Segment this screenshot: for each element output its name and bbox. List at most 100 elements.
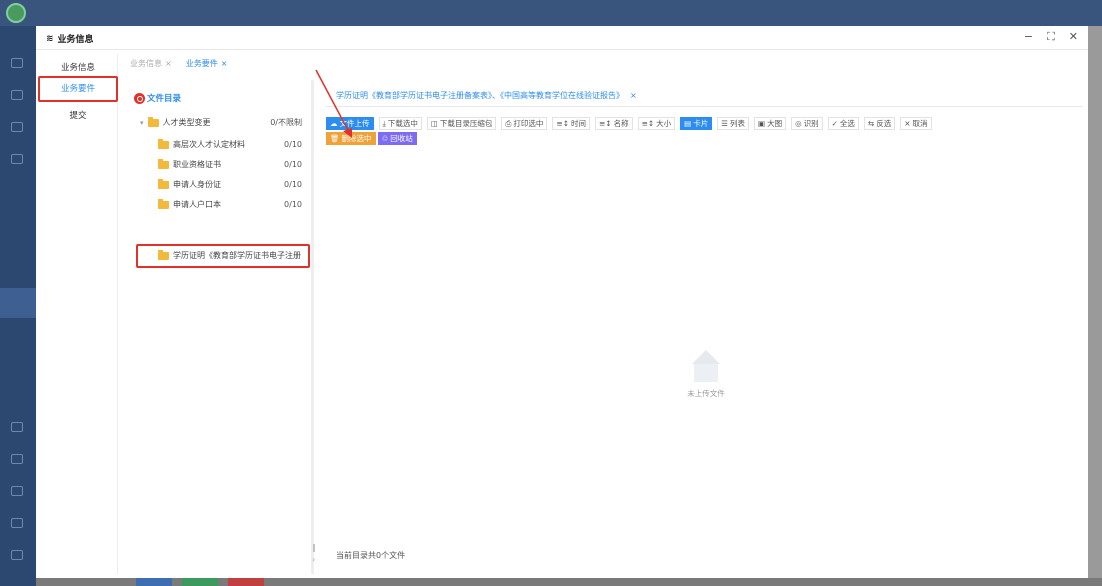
tree-item-label: 人才类型变更 [162, 118, 211, 127]
minimize-icon[interactable]: − [1024, 30, 1033, 44]
select-all-button[interactable]: ✓ 全选 [827, 116, 859, 130]
download-selected-button[interactable]: ⤓ 下载选中 [378, 116, 422, 130]
directory-title: 文件目录 [134, 92, 181, 104]
button-label: 全选 [839, 118, 855, 128]
tree-item-count: 0/10 [284, 140, 302, 149]
button-label: 大图 [767, 118, 783, 128]
background-right [1088, 26, 1102, 586]
tree-root[interactable]: ▾ 人才类型变更 0/不限制 [140, 116, 312, 130]
button-label: 文件上传 [339, 118, 370, 128]
tree-item-count: 0/10 [284, 160, 302, 169]
download-archive-button[interactable]: ◫ 下载目录压缩包 [426, 116, 497, 130]
invert-selection-button[interactable]: ⇆ 反选 [863, 116, 896, 130]
print-icon: ⎙ [505, 118, 512, 128]
card-icon: ▤ [684, 118, 692, 128]
app-logo-icon [6, 3, 26, 23]
view-list-button[interactable]: ☰ 列表 [717, 116, 749, 130]
tree-item-count: 0/不限制 [270, 118, 302, 127]
tree-item[interactable]: 职业资格证书 0/10 [158, 158, 312, 172]
recycle-bin-button[interactable]: ♲ 回收站 [377, 132, 417, 145]
tree-item-count: 0/10 [284, 180, 302, 189]
button-label: 反选 [876, 118, 892, 128]
grid-icon [11, 154, 23, 164]
button-label: 取消 [912, 118, 928, 128]
content-tab-close-icon[interactable]: × [630, 91, 637, 100]
background-topbar [0, 0, 1102, 26]
view-large-image-button[interactable]: ▣ 大图 [753, 116, 787, 130]
search-icon [11, 486, 23, 496]
dialog-left-nav: 业务信息 业务要件 提交 [36, 54, 118, 574]
dialog-title-text: 业务信息 [57, 35, 94, 45]
tree-item[interactable]: 申请人户口本 0/10 [158, 198, 312, 212]
button-label: 时间 [571, 118, 586, 128]
folder-icon [147, 117, 159, 127]
print-selected-button[interactable]: ⎙ 打印选中 [501, 116, 548, 130]
tree-item-label: 学历证明《教育部学历证书电子注册 [173, 251, 301, 260]
tree-item-education-proof[interactable]: 学历证明《教育部学历证书电子注册 [158, 249, 310, 263]
chart-icon [11, 454, 23, 464]
button-label: 下载选中 [387, 118, 418, 128]
sort-time-button[interactable]: ≡↕ 时间 [552, 116, 590, 130]
button-label: 大小 [656, 118, 672, 128]
business-info-dialog: ≋ 业务信息 − ⛶ ✕ 业务信息 业务要件 提交 业务信息 × 业务要件 × … [36, 26, 1088, 578]
archive-icon: ◫ [430, 118, 438, 128]
tab-business-documents[interactable]: 业务要件 × [182, 56, 232, 72]
file-count-status: 当前目录共0个文件 [336, 551, 406, 560]
check-all-icon: ✓ [831, 118, 838, 128]
dialog-title: ≋ 业务信息 [46, 32, 94, 46]
tree-item-label: 申请人身份证 [173, 180, 221, 189]
tree-item-count: 0/10 [284, 200, 302, 209]
tab-label: 业务要件 [185, 59, 218, 68]
user-icon [11, 90, 23, 100]
folder-icon [158, 159, 169, 169]
maximize-icon[interactable]: ⛶ [1047, 30, 1055, 44]
stats-icon [11, 518, 23, 528]
button-label: 列表 [729, 118, 745, 128]
sidebar-selected [0, 288, 36, 318]
tab-close-icon[interactable]: × [165, 56, 172, 72]
folder-icon [11, 422, 23, 432]
stack-icon: ≋ [46, 33, 54, 44]
content-tab[interactable]: 学历证明《教育部学历证书电子注册备案表》、《中国高等教育学位在线验证报告》 × [336, 90, 637, 101]
content-tab-label: 学历证明《教育部学历证书电子注册备案表》、《中国高等教育学位在线验证报告》 [336, 91, 624, 100]
tree-item[interactable]: 申请人身份证 0/10 [158, 178, 312, 192]
close-icon[interactable]: ✕ [1069, 30, 1078, 44]
directory-title-text: 文件目录 [147, 94, 182, 104]
tree-item-label: 申请人户口本 [173, 200, 221, 209]
delete-selected-button[interactable]: 🗑 删除选中 [326, 132, 376, 145]
folder-icon [158, 199, 169, 209]
tab-business-info[interactable]: 业务信息 × [126, 56, 176, 72]
file-toolbar-secondary: 🗑 删除选中 ♲ 回收站 [326, 132, 417, 146]
view-card-button[interactable]: ▤ 卡片 [680, 116, 713, 130]
file-content-panel: 学历证明《教育部学历证书电子注册备案表》、《中国高等教育学位在线验证报告》 × … [312, 80, 1086, 574]
file-toolbar: ☁ 文件上传 ⤓ 下载选中 ◫ 下载目录压缩包 ⎙ 打印选中 ≡↕ 时间 ≡↕ 名称 ≡↕ 大… [326, 116, 932, 130]
sort-size-button[interactable]: ≡↕ 大小 [637, 116, 676, 130]
sort-name-button[interactable]: ≡↕ 名称 [595, 116, 633, 130]
button-label: 识别 [803, 118, 819, 128]
nav-item-business-info[interactable]: 业务信息 [40, 58, 116, 78]
home-icon [11, 58, 23, 68]
cancel-selection-button[interactable]: × 取消 [900, 116, 932, 130]
button-label: 删除选中 [341, 134, 372, 143]
background-sidebar [0, 26, 36, 586]
recognize-button[interactable]: ◎ 识别 [791, 116, 823, 130]
list-icon: ☰ [721, 118, 728, 128]
nav-item-submit[interactable]: 提交 [40, 106, 116, 126]
trash-icon: 🗑 [330, 134, 340, 143]
dialog-header: ≋ 业务信息 − ⛶ ✕ [36, 26, 1088, 50]
window-controls: − ⛶ ✕ [1024, 30, 1078, 44]
marker-badge-icon [134, 92, 145, 104]
upload-button[interactable]: ☁ 文件上传 [326, 116, 374, 130]
collapse-arrows-icon[interactable]: ‖ › [312, 542, 316, 566]
folder-icon [158, 179, 169, 189]
invert-icon: ⇆ [867, 118, 875, 128]
nav-item-business-documents[interactable]: 业务要件 [38, 76, 118, 102]
upload-icon: ☁ [330, 118, 338, 128]
folder-icon [158, 139, 169, 149]
button-label: 卡片 [693, 118, 709, 128]
caret-down-icon[interactable]: ▾ [140, 116, 144, 130]
empty-box-icon [688, 350, 724, 384]
tree-item[interactable]: 高层次人才认定材料 0/10 [158, 138, 312, 152]
file-directory-panel: 文件目录 ▾ 人才类型变更 0/不限制 高层次人才认定材料 0/10 职业资格证… [128, 80, 314, 574]
tab-close-icon[interactable]: × [221, 56, 228, 72]
